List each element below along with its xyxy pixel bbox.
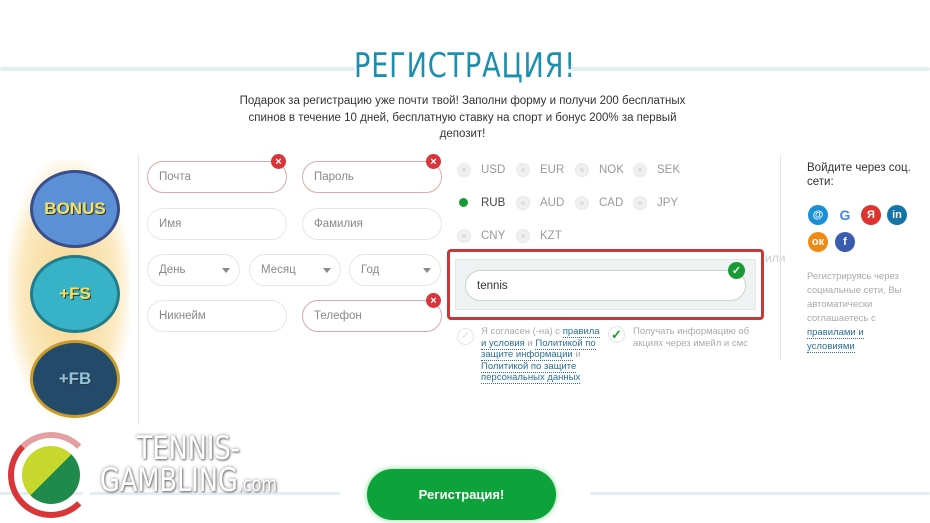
divider <box>780 155 781 360</box>
free-bet-badge: +FB <box>30 340 120 418</box>
currency-label: KZT <box>540 230 562 242</box>
yandex-icon[interactable]: Я <box>861 205 881 225</box>
watermark-text: TENNIS- GAMBLING.com <box>100 429 278 499</box>
agree-checkbox[interactable]: ✓ <box>457 328 474 345</box>
social-terms-link[interactable]: правилами и условиями <box>807 327 864 353</box>
or-label: или <box>765 251 786 265</box>
subtitle: Подарок за регистрацию уже почти твой! З… <box>239 95 686 140</box>
error-icon: × <box>426 293 441 308</box>
currency-label: AUD <box>540 197 565 209</box>
page-title: РЕГИСТРАЦИЯ! <box>353 46 576 86</box>
odnoklassniki-icon[interactable]: ок <box>808 232 828 252</box>
currency-radio-eur[interactable]: EUR <box>516 163 564 177</box>
divider <box>138 155 139 425</box>
promo-badges: BONUS +FS +FB <box>8 160 130 420</box>
google-icon[interactable]: G <box>835 205 855 225</box>
promo-code-input[interactable]: tennis <box>465 270 746 301</box>
radio-icon <box>575 163 589 177</box>
register-button[interactable]: Регистрация! <box>367 469 556 520</box>
currency-label: JPY <box>657 197 679 209</box>
facebook-icon[interactable]: f <box>835 232 855 252</box>
social-note: Регистрируясь через социальные сети, Вы … <box>807 271 902 353</box>
currency-radio-nok[interactable]: NOK <box>575 163 624 177</box>
currency-label: NOK <box>599 164 624 176</box>
radio-icon <box>457 229 471 243</box>
currency-radio-cny[interactable]: CNY <box>457 229 505 243</box>
currency-label: USD <box>481 164 506 176</box>
month-select[interactable]: Месяц <box>249 254 341 286</box>
currency-radio-jpy[interactable]: JPY <box>633 196 678 210</box>
email-field[interactable]: Почта <box>147 161 287 193</box>
currency-label: SEK <box>657 164 681 176</box>
free-spins-badge: +FS <box>30 255 120 333</box>
wave-divider-right <box>590 492 930 495</box>
newsletter-checkbox[interactable]: ✓ <box>608 326 625 343</box>
currency-radio-rub[interactable]: RUB <box>457 196 505 210</box>
currency-radio-sek[interactable]: SEK <box>633 163 680 177</box>
currency-radio-usd[interactable]: USD <box>457 163 505 177</box>
error-icon: × <box>271 154 286 169</box>
watermark-logo <box>8 432 94 518</box>
mailru-icon[interactable]: @ <box>808 205 828 225</box>
valid-check-icon: ✓ <box>728 262 745 279</box>
radio-icon <box>457 163 471 177</box>
promo-code-panel: tennis ✓ <box>455 259 756 310</box>
phone-field[interactable]: Телефон <box>302 300 442 332</box>
promo-highlight: tennis ✓ <box>447 249 764 320</box>
radio-icon <box>457 196 471 210</box>
social-title: Войдите через соц. сети: <box>807 162 911 188</box>
newsletter-text: Получать информацию об акциях через имей… <box>633 326 750 349</box>
radio-icon <box>575 196 589 210</box>
currency-label: EUR <box>540 164 565 176</box>
currency-label: RUB <box>481 197 506 209</box>
nickname-field[interactable]: Никнейм <box>147 300 287 332</box>
currency-radio-aud[interactable]: AUD <box>516 196 564 210</box>
radio-icon <box>516 229 530 243</box>
year-select[interactable]: Год <box>349 254 441 286</box>
radio-icon <box>516 196 530 210</box>
error-icon: × <box>426 154 441 169</box>
radio-icon <box>633 163 647 177</box>
chevron-down-icon <box>423 268 431 273</box>
last-name-field[interactable]: Фамилия <box>302 208 442 240</box>
currency-radio-cad[interactable]: CAD <box>575 196 623 210</box>
password-field[interactable]: Пароль <box>302 161 442 193</box>
personal-data-policy-link[interactable]: Политикой по защите персональных данных <box>481 360 581 384</box>
linkedin-icon[interactable]: in <box>887 205 907 225</box>
currency-radio-kzt[interactable]: KZT <box>516 229 562 243</box>
radio-icon <box>516 163 530 177</box>
currency-label: CAD <box>599 197 624 209</box>
bonus-badge: BONUS <box>30 170 120 248</box>
radio-icon <box>633 196 647 210</box>
chevron-down-icon <box>323 268 331 273</box>
currency-label: CNY <box>481 230 506 242</box>
agree-text: Я согласен (-на) с правила и условия и П… <box>481 326 600 384</box>
first-name-field[interactable]: Имя <box>147 208 287 240</box>
day-select[interactable]: День <box>147 254 240 286</box>
chevron-down-icon <box>222 268 230 273</box>
